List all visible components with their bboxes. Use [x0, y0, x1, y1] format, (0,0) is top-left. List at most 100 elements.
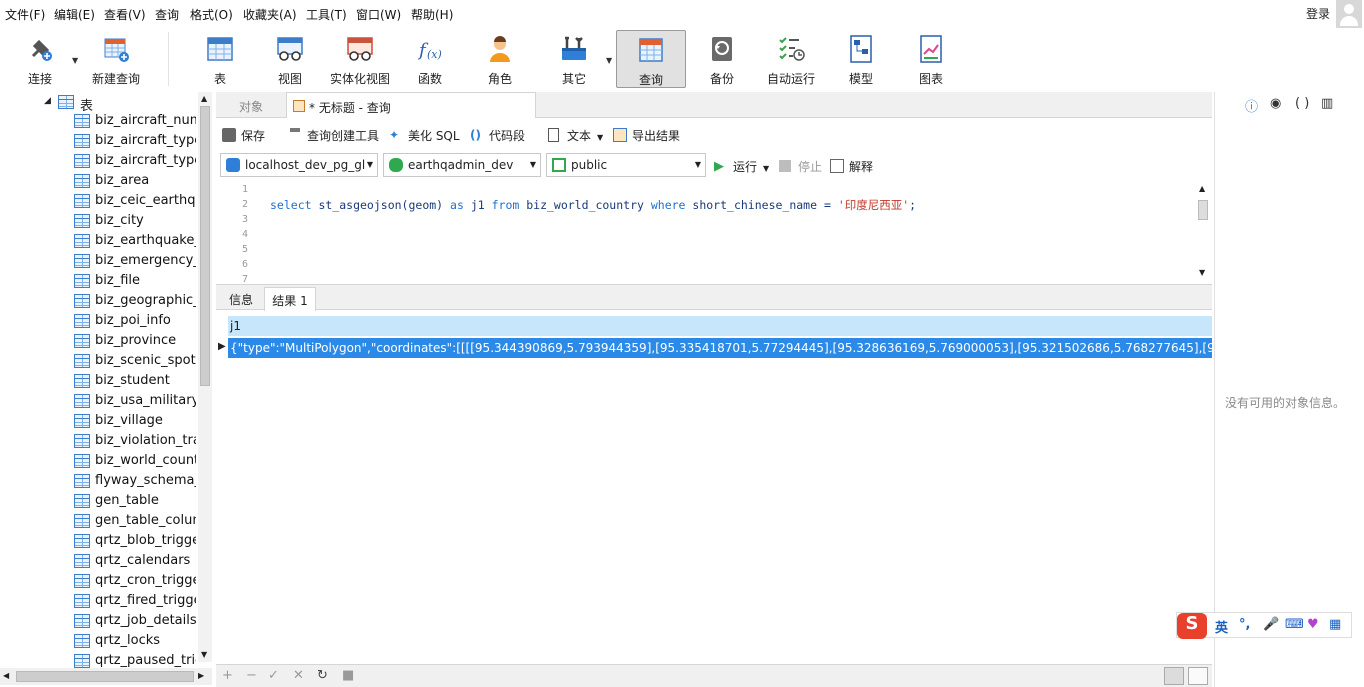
scroll-right-icon[interactable]: ▶ [198, 671, 204, 680]
discard-x-icon[interactable]: ✕ [293, 668, 304, 683]
scroll-up-icon[interactable]: ▲ [1199, 184, 1205, 193]
export-results-button[interactable]: 导出结果 [613, 127, 680, 144]
text-dropdown-icon[interactable]: ▼ [597, 133, 603, 142]
tree-table-item[interactable]: biz_student [74, 372, 196, 392]
add-record-icon[interactable]: + [222, 668, 233, 683]
tree-table-item[interactable]: biz_ceic_earthqua [74, 192, 196, 212]
editor-scrollbar[interactable]: ▲ ▼ [1196, 184, 1210, 280]
view-button[interactable]: 视图 [262, 30, 318, 88]
tab-result-1[interactable]: 结果 1 [264, 287, 316, 311]
tree-table-item[interactable]: gen_table_column [74, 512, 196, 532]
tree-table-item[interactable]: biz_city [74, 212, 196, 232]
preview-eye-icon[interactable]: ◉ [1270, 96, 1281, 111]
scroll-down-icon[interactable]: ▼ [201, 650, 207, 659]
tree-table-item[interactable]: qrtz_blob_trigger [74, 532, 196, 552]
save-button[interactable]: 保存 [222, 127, 265, 144]
refresh-icon[interactable]: ↻ [317, 668, 328, 683]
menu-format[interactable]: 格式(O) [190, 6, 233, 23]
connect-button[interactable]: 连接 [14, 30, 66, 88]
tree-table-item[interactable]: qrtz_fired_trigger [74, 592, 196, 612]
code-snippet-button[interactable]: () 代码段 [470, 127, 525, 144]
tree-table-item[interactable]: biz_file [74, 272, 196, 292]
tab-info[interactable]: 信息 [220, 287, 262, 311]
delete-record-icon[interactable]: − [246, 668, 257, 683]
stop-icon[interactable]: ■ [342, 668, 354, 683]
menu-file[interactable]: 文件(F) [5, 6, 45, 23]
model-button[interactable]: 模型 [834, 30, 888, 88]
login-link[interactable]: 登录 [1306, 5, 1330, 22]
menu-window[interactable]: 窗口(W) [356, 6, 401, 23]
tree-table-item[interactable]: qrtz_locks [74, 632, 196, 652]
database-select[interactable]: earthqadmin_dev ▼ [383, 153, 541, 177]
connect-dropdown-icon[interactable]: ▼ [72, 56, 78, 65]
beautify-sql-button[interactable]: ✦ 美化 SQL [389, 127, 460, 144]
microphone-icon[interactable]: 🎤 [1263, 617, 1279, 632]
tab-objects[interactable]: 对象 [216, 92, 286, 118]
tree-table-item[interactable]: qrtz_calendars [74, 552, 196, 572]
editor-scroll-thumb[interactable] [1198, 200, 1208, 220]
ime-toolbar[interactable]: S 英 °, 🎤 ⌨ ♥ ▦ [1176, 612, 1352, 639]
layout-columns-icon[interactable]: ▥ [1321, 96, 1333, 111]
chart-button[interactable]: 图表 [904, 30, 958, 88]
sogou-logo-icon[interactable]: S [1177, 613, 1207, 639]
sql-editor[interactable]: 1 2 3 4 5 6 7 select st_asgeojson(geom) … [216, 182, 1212, 282]
punctuation-icon[interactable]: °, [1239, 617, 1250, 632]
new-query-button[interactable]: 新建查询 [88, 30, 144, 88]
tree-table-item[interactable]: biz_province [74, 332, 196, 352]
table-button[interactable]: 表 [192, 30, 248, 88]
menu-favorites[interactable]: 收藏夹(A) [243, 6, 297, 23]
role-button[interactable]: 角色 [472, 30, 528, 88]
tree-vertical-scrollbar[interactable]: ▲ ▼ [198, 92, 212, 662]
result-column-header[interactable]: j1 [228, 316, 1212, 336]
tree-table-item[interactable]: biz_earthquake_ir [74, 232, 196, 252]
function-button[interactable]: f (x) 函数 [402, 30, 458, 88]
tree-table-item[interactable]: biz_scenic_spot [74, 352, 196, 372]
apply-check-icon[interactable]: ✓ [268, 668, 279, 683]
tree-table-item[interactable]: biz_area [74, 172, 196, 192]
toolbox-grid-icon[interactable]: ▦ [1329, 617, 1341, 632]
text-button[interactable]: 文本 ▼ [548, 127, 603, 144]
menu-help[interactable]: 帮助(H) [411, 6, 453, 23]
tree-table-item[interactable]: qrtz_job_details [74, 612, 196, 632]
form-view-icon[interactable] [1188, 667, 1208, 685]
keyboard-icon[interactable]: ⌨ [1285, 617, 1304, 632]
tree-hscroll-thumb[interactable] [16, 671, 194, 682]
menu-edit[interactable]: 编辑(E) [54, 6, 95, 23]
tree-scroll-thumb[interactable] [200, 106, 210, 386]
grid-view-icon[interactable] [1164, 667, 1184, 685]
backup-button[interactable]: 备份 [694, 30, 750, 88]
ime-language-toggle[interactable]: 英 [1215, 617, 1228, 636]
run-button[interactable]: ▶ 运行 ▼ [714, 158, 769, 175]
tree-table-item[interactable]: biz_aircraft_numb [74, 112, 196, 132]
connection-select[interactable]: localhost_dev_pg_gl ▼ [220, 153, 378, 177]
explain-button[interactable]: 解释 [830, 158, 873, 175]
auto-run-button[interactable]: 自动运行 [762, 30, 820, 88]
materialized-view-button[interactable]: 实体化视图 [328, 30, 392, 88]
scroll-left-icon[interactable]: ◀ [3, 671, 9, 680]
scroll-up-icon[interactable]: ▲ [201, 94, 207, 103]
query-button[interactable]: 查询 [616, 30, 686, 88]
tab-untitled-query[interactable]: * 无标题 - 查询 [286, 92, 536, 118]
tree-table-item[interactable]: biz_emergency_cc [74, 252, 196, 272]
tree-table-item[interactable]: biz_village [74, 412, 196, 432]
tree-table-item[interactable]: biz_usa_military_b [74, 392, 196, 412]
menu-view[interactable]: 查看(V) [104, 6, 146, 23]
stop-button[interactable]: 停止 [779, 158, 822, 175]
other-dropdown-icon[interactable]: ▼ [606, 56, 612, 65]
ddl-brackets-icon[interactable]: ( ) [1295, 96, 1309, 111]
tree-table-item[interactable]: biz_world_country [74, 452, 196, 472]
menu-tools[interactable]: 工具(T) [306, 6, 347, 23]
query-builder-button[interactable]: 查询创建工具 [288, 127, 379, 144]
tree-table-item[interactable]: biz_aircraft_type_r [74, 152, 196, 172]
scroll-down-icon[interactable]: ▼ [1199, 268, 1205, 277]
tree-horizontal-scrollbar[interactable]: ◀ ▶ [0, 668, 212, 685]
other-button[interactable]: 其它 [546, 30, 602, 88]
tree-table-item[interactable]: gen_table [74, 492, 196, 512]
menu-query[interactable]: 查询 [155, 6, 179, 23]
run-dropdown-icon[interactable]: ▼ [763, 164, 769, 173]
tree-table-item[interactable]: biz_poi_info [74, 312, 196, 332]
skin-icon[interactable]: ♥ [1307, 617, 1319, 632]
tree-expand-icon[interactable]: ◢ [44, 96, 51, 106]
user-avatar-icon[interactable] [1336, 0, 1362, 28]
tree-table-item[interactable]: biz_geographic_n [74, 292, 196, 312]
